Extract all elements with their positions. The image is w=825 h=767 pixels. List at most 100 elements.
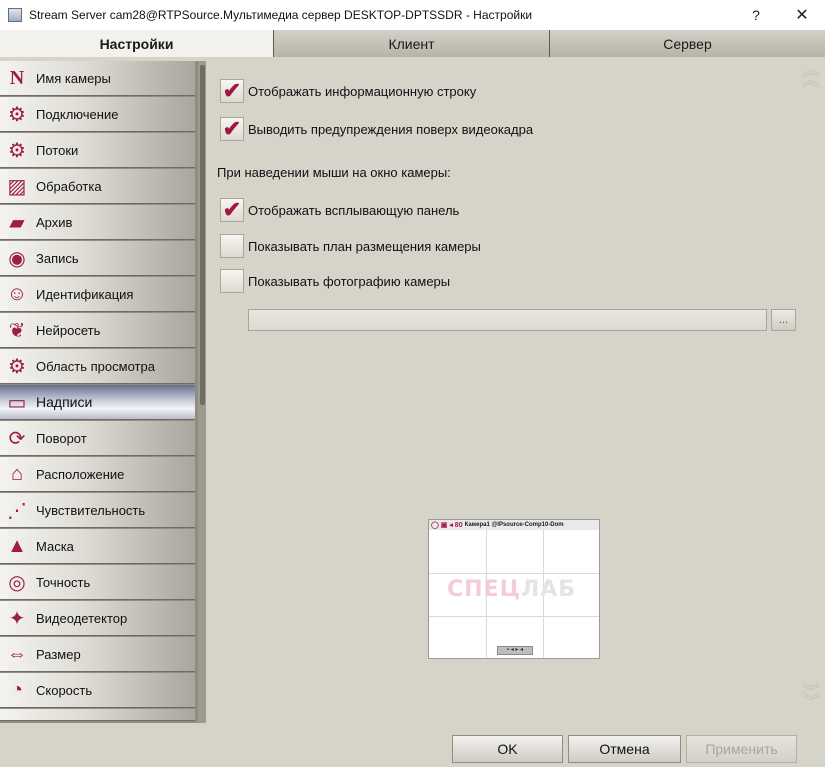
preview-status-icons: ◯ ▣ ◂ 80 — [431, 522, 463, 529]
cancel-button[interactable]: Отмена — [568, 735, 681, 763]
sidebar-item-label: Идентификация — [36, 286, 134, 302]
rotate-icon: ⟳ — [8, 427, 26, 450]
house-icon: ⌂ — [10, 462, 24, 485]
captions-icon: ▭ — [7, 391, 27, 414]
hover-section-label: При наведении мыши на окно камеры: — [217, 165, 451, 180]
sidebar-item-label: Маска — [36, 538, 74, 554]
preview-camera-title: Камера1 @IPsource-Comp10-Dom — [464, 522, 564, 528]
show-info-line-checkbox[interactable]: ✔ — [220, 79, 244, 103]
sidebar-item-camera-name[interactable]: N Имя камеры — [0, 61, 195, 96]
sidebar-item-label: Область просмотра — [36, 358, 155, 374]
sidebar-item-accuracy[interactable]: ◎ Точность — [0, 565, 195, 600]
preview-popup-panel: ▪ ◂ ▸ ◂ — [497, 646, 533, 655]
sidebar-item-label: Подключение — [36, 106, 119, 122]
sidebar-item-label: Расположение — [36, 466, 125, 482]
sidebar-item-label: Точность — [36, 574, 91, 590]
warnings-overlay-checkbox[interactable]: ✔ — [220, 117, 244, 141]
sidebar-item-label: Скорость — [36, 682, 93, 698]
camera-photo-label: Показывать фотографию камеры — [248, 273, 451, 289]
gear-icon: ⚙ — [8, 355, 26, 378]
captions-settings-panel: ✔ Отображать информационную строку ✔ Выв… — [206, 57, 825, 723]
sidebar-item-streams[interactable]: ⚙ Потоки — [0, 133, 195, 168]
sidebar-item-label: Размер — [36, 646, 81, 662]
sidebar-item-label: Нейросеть — [36, 322, 101, 338]
logo-part-b: ЛАБ — [521, 577, 577, 602]
sidebar-item-archive[interactable]: ▰ Архив — [0, 205, 195, 240]
sidebar-item-neural-net[interactable]: ❦ Нейросеть — [0, 313, 195, 348]
processing-icon: ▨ — [7, 175, 27, 198]
preview-grid-line — [429, 616, 599, 617]
sidebar-item-recording[interactable]: ◉ Запись — [0, 241, 195, 276]
sidebar-item-connection[interactable]: ⚙ Подключение — [0, 97, 195, 132]
sidebar-item-video-detector[interactable]: ✦ Видеодетектор — [0, 601, 195, 636]
camera-name-icon: N — [9, 66, 25, 89]
apply-button[interactable]: Применить — [686, 735, 797, 763]
camera-plan-label: Показывать план размещения камеры — [248, 238, 481, 254]
sidebar-item-rotation[interactable]: ⟳ Поворот — [0, 421, 195, 456]
record-icon: ◉ — [8, 247, 26, 270]
sidebar-scroll-thumb[interactable] — [200, 65, 205, 405]
sidebar-item-label: Видеодетектор — [36, 610, 128, 626]
sidebar-item-sensitivity[interactable]: ⋰ Чувствительность — [0, 493, 195, 528]
window-title: Stream Server cam28@RTPSource.Мультимеди… — [29, 8, 533, 22]
sidebar-scrollbar[interactable] — [198, 61, 206, 723]
face-id-icon: ☺ — [6, 282, 28, 305]
sidebar-item-size[interactable]: ⇔ Размер — [0, 637, 195, 672]
scroll-down-icon[interactable]: ︾ ︾ — [802, 683, 820, 715]
help-button[interactable]: ? — [733, 0, 779, 30]
popup-panel-checkbox[interactable]: ✔ — [220, 198, 244, 222]
logo-part-a: СПЕЦ — [447, 577, 521, 602]
gear-icon: ⚙ — [8, 103, 26, 126]
popup-panel-label: Отображать всплывающую панель — [248, 202, 460, 218]
close-button[interactable]: ✕ — [779, 0, 825, 30]
scroll-up-icon[interactable]: ︽ ︽ — [802, 61, 820, 93]
sidebar-item-identification[interactable]: ☺ Идентификация — [0, 277, 195, 312]
camera-preview: ◯ ▣ ◂ 80 Камера1 @IPsource-Comp10-Dom СП… — [428, 519, 600, 659]
option-warnings-overlay[interactable]: ✔ Выводить предупреждения поверх видеока… — [220, 117, 533, 141]
sidebar-item-partial[interactable] — [0, 709, 195, 721]
target-icon: ◎ — [8, 571, 26, 594]
warnings-overlay-label: Выводить предупреждения поверх видеокадр… — [248, 121, 534, 137]
sensitivity-icon: ⋰ — [7, 499, 27, 522]
sidebar-item-mask[interactable]: ▲ Маска — [0, 529, 195, 564]
speclab-logo: СПЕЦЛАБ — [447, 577, 576, 602]
sidebar-item-location[interactable]: ⌂ Расположение — [0, 457, 195, 492]
sidebar-item-label: Обработка — [36, 178, 102, 194]
option-camera-photo[interactable]: Показывать фотографию камеры — [220, 269, 450, 293]
sidebar-item-label: Чувствительность — [36, 502, 146, 518]
mask-icon: ▲ — [7, 534, 27, 557]
camera-photo-checkbox[interactable] — [220, 269, 244, 293]
tab-client[interactable]: Клиент — [274, 30, 550, 57]
tab-bar: Настройки Клиент Сервер — [0, 30, 825, 57]
settings-sidebar: N Имя камеры ⚙ Подключение ⚙ Потоки ▨ Об… — [0, 61, 206, 723]
browse-button[interactable]: ... — [771, 309, 796, 331]
sidebar-item-label: Поворот — [36, 430, 87, 446]
option-popup-panel[interactable]: ✔ Отображать всплывающую панель — [220, 198, 459, 222]
size-icon: ⇔ — [7, 642, 27, 665]
folder-icon: ▰ — [9, 211, 25, 234]
gear-icon: ⚙ — [8, 139, 26, 162]
camera-photo-path-input[interactable] — [248, 309, 767, 331]
ok-button[interactable]: OK — [452, 735, 563, 763]
option-show-info-line[interactable]: ✔ Отображать информационную строку — [220, 79, 476, 103]
sidebar-item-view-area[interactable]: ⚙ Область просмотра — [0, 349, 195, 384]
tab-settings[interactable]: Настройки — [0, 30, 274, 57]
tab-server[interactable]: Сервер — [550, 30, 825, 57]
app-icon — [8, 8, 22, 22]
brain-icon: ❦ — [8, 319, 26, 342]
show-info-line-label: Отображать информационную строку — [248, 83, 477, 99]
motion-detector-icon: ✦ — [8, 607, 26, 630]
sidebar-item-label: Запись — [36, 250, 79, 266]
preview-grid-line — [429, 573, 599, 574]
title-bar: Stream Server cam28@RTPSource.Мультимеди… — [0, 0, 825, 30]
sidebar-item-label: Имя камеры — [36, 70, 111, 86]
sidebar-item-label: Архив — [36, 214, 73, 230]
sidebar-item-captions[interactable]: ▭ Надписи — [0, 385, 195, 420]
sidebar-item-processing[interactable]: ▨ Обработка — [0, 169, 195, 204]
camera-plan-checkbox[interactable] — [220, 234, 244, 258]
preview-info-bar: ◯ ▣ ◂ 80 Камера1 @IPsource-Comp10-Dom — [429, 520, 599, 530]
sidebar-item-label: Потоки — [36, 142, 79, 158]
option-camera-plan[interactable]: Показывать план размещения камеры — [220, 234, 481, 258]
speedometer-icon: ◔ — [10, 678, 24, 701]
sidebar-item-speed[interactable]: ◔ Скорость — [0, 673, 195, 708]
